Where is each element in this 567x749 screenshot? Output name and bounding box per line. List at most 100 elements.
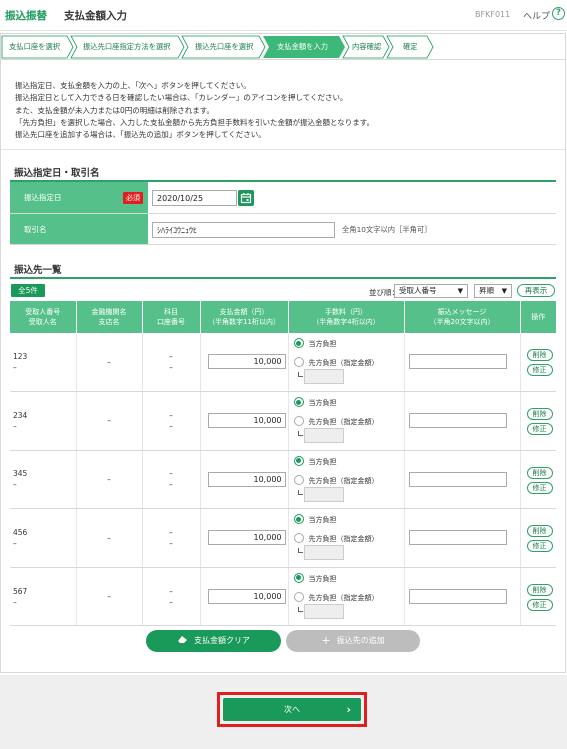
- payee-number: 456: [13, 528, 28, 538]
- transfer-date-input[interactable]: 2020/10/25: [152, 190, 237, 206]
- fee-own-radio[interactable]: [293, 455, 304, 466]
- account-cell: – –: [142, 567, 201, 627]
- chevron-down-icon: ▼: [457, 287, 463, 295]
- sort-order-select[interactable]: 昇順 ▼: [474, 284, 512, 298]
- bank-cell: –: [76, 391, 143, 451]
- fee-own-radio[interactable]: [293, 572, 304, 583]
- indent-marker: [297, 548, 303, 554]
- instruction-line: 振込先口座を追加する場合は、「振込先の追加」ボタンを押してください。: [15, 130, 266, 140]
- fee-own-radio[interactable]: [293, 397, 304, 408]
- account-subject: –: [169, 469, 173, 479]
- delete-button[interactable]: 削除: [526, 466, 553, 479]
- fee-payee-label: 先方負担（指定金額）: [308, 418, 379, 427]
- fee-payee-radio[interactable]: [293, 357, 304, 367]
- section-title-payee-list: 振込先一覧: [14, 265, 62, 276]
- edit-button[interactable]: 修正: [526, 364, 553, 376]
- fee-own-label: 当方負担: [308, 399, 337, 408]
- table-row: 123– – – – 10,000 当方負担 先方負担（指定金額） 削除 修正: [10, 333, 556, 393]
- fee-amount-input[interactable]: [303, 369, 344, 384]
- delete-button[interactable]: 削除: [526, 583, 553, 596]
- amount-input[interactable]: 10,000: [207, 588, 286, 604]
- payee-cell: 123–: [10, 333, 77, 393]
- help-icon[interactable]: ?: [552, 7, 565, 20]
- payee-table: 受取人番号 受取人名 金融機関名 支店名 科目 口座番号 支払金額（円） （半角数字11…: [10, 301, 556, 627]
- payee-name: –: [13, 480, 17, 490]
- col-header-account: 科目 口座番号: [142, 301, 201, 333]
- plus-icon: +: [321, 634, 331, 647]
- fee-amount-input[interactable]: [303, 545, 344, 561]
- col-header-amount: 支払金額（円） （半角数字11桁以内）: [200, 301, 289, 333]
- edit-button[interactable]: 修正: [526, 598, 553, 611]
- step-select-payee-account: 振込先口座を選択: [195, 42, 254, 51]
- fee-own-radio[interactable]: [293, 338, 304, 348]
- col-header-payee: 受取人番号 受取人名: [10, 301, 77, 333]
- eraser-icon: [178, 636, 187, 643]
- payee-name: –: [13, 597, 17, 607]
- account-number: –: [169, 363, 173, 373]
- help-link[interactable]: ヘルプ: [523, 9, 550, 22]
- transaction-name-input[interactable]: ｼﾊﾗｲｺｳﾆｭｳﾋ: [152, 222, 335, 238]
- message-cell: [404, 333, 521, 393]
- amount-cell: 10,000: [200, 508, 289, 568]
- transfer-message-input[interactable]: [408, 588, 507, 604]
- bank-name: –: [107, 533, 111, 543]
- payee-number: 567: [13, 586, 28, 596]
- clear-amount-button[interactable]: 支払金額クリア: [146, 630, 281, 652]
- amount-cell: 10,000: [200, 333, 289, 393]
- delete-button[interactable]: 削除: [526, 525, 553, 538]
- step-select-method: 振込先口座指定方法を選択: [83, 42, 171, 51]
- payee-cell: 456–: [10, 508, 77, 568]
- amount-input[interactable]: 10,000: [207, 354, 286, 369]
- app-brand[interactable]: 振込振替: [5, 8, 47, 23]
- fee-payee-label: 先方負担（指定金額）: [308, 535, 379, 544]
- instruction-line: また、支払金額が未入力または0円の明細は削除されます。: [15, 105, 215, 115]
- transfer-message-input[interactable]: [408, 530, 507, 546]
- message-cell: [404, 567, 521, 627]
- edit-button[interactable]: 修正: [526, 481, 553, 494]
- fee-amount-input[interactable]: [303, 603, 344, 619]
- fee-payee-radio[interactable]: [293, 533, 304, 544]
- sort-field-select[interactable]: 受取人番号 ▼: [394, 284, 468, 298]
- bank-name: –: [107, 474, 111, 484]
- redisplay-button[interactable]: 再表示: [517, 284, 555, 297]
- fee-cell: 当方負担 先方負担（指定金額）: [288, 391, 405, 451]
- transfer-message-input[interactable]: [408, 471, 507, 487]
- amount-input[interactable]: 10,000: [207, 413, 286, 429]
- fee-amount-input[interactable]: [303, 486, 344, 502]
- payee-number: 234: [13, 410, 28, 420]
- delete-button[interactable]: 削除: [526, 349, 553, 361]
- table-row: 456– – – – 10,000 当方負担 先方負担（指定金額） 削除 修正: [10, 508, 556, 568]
- account-cell: – –: [142, 508, 201, 568]
- total-count-badge: 全5件: [11, 284, 45, 297]
- amount-input[interactable]: 10,000: [207, 471, 286, 487]
- transfer-message-input[interactable]: [408, 354, 507, 369]
- transfer-message-input[interactable]: [408, 413, 507, 429]
- payee-name: –: [13, 363, 17, 373]
- fee-payee-radio[interactable]: [293, 416, 304, 427]
- section-underline: [10, 277, 556, 279]
- bank-cell: –: [76, 508, 143, 568]
- delete-button[interactable]: 削除: [526, 408, 553, 421]
- table-header-row: 受取人番号 受取人名 金融機関名 支店名 科目 口座番号 支払金額（円） （半角数字11…: [10, 301, 556, 333]
- amount-cell: 10,000: [200, 391, 289, 451]
- add-payee-button[interactable]: + 振込先の追加: [286, 630, 420, 652]
- fee-cell: 当方負担 先方負担（指定金額）: [288, 567, 405, 627]
- fee-own-radio[interactable]: [293, 514, 304, 525]
- fee-amount-input[interactable]: [303, 428, 344, 444]
- calendar-icon[interactable]: [238, 190, 254, 206]
- chevron-right-icon: ›: [346, 703, 351, 716]
- account-cell: – –: [142, 450, 201, 510]
- payee-number: 345: [13, 469, 28, 479]
- next-button[interactable]: 次へ ›: [223, 698, 361, 721]
- indent-marker: [297, 372, 303, 377]
- fee-payee-label: 先方負担（指定金額）: [308, 593, 379, 602]
- edit-button[interactable]: 修正: [526, 423, 553, 436]
- fee-payee-radio[interactable]: [293, 591, 304, 602]
- col-header-actions: 操作: [520, 301, 556, 333]
- actions-cell: 削除 修正: [520, 333, 556, 393]
- edit-button[interactable]: 修正: [526, 540, 553, 553]
- amount-input[interactable]: 10,000: [207, 530, 286, 546]
- payee-cell: 345–: [10, 450, 77, 510]
- fee-payee-radio[interactable]: [293, 474, 304, 485]
- fee-payee-label: 先方負担（指定金額）: [308, 476, 379, 485]
